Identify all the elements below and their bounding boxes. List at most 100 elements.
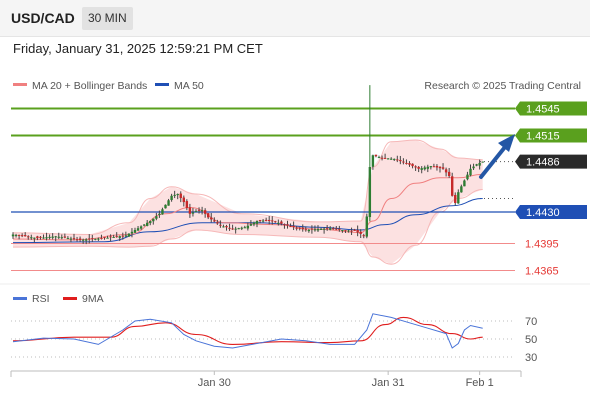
candle-body	[322, 228, 326, 230]
candle-body	[246, 225, 250, 229]
candle-body	[371, 155, 375, 167]
rsi-pane: 70 50 30	[11, 313, 537, 364]
candle-body	[91, 238, 94, 240]
candle-body	[136, 228, 140, 231]
candle-body	[292, 225, 295, 228]
candle-body	[225, 225, 228, 228]
candle-body	[396, 159, 399, 161]
candle-body	[103, 237, 106, 239]
candle-body	[280, 221, 283, 224]
candle-body	[237, 228, 240, 230]
candle-body	[383, 157, 387, 159]
pivot-price-tag: 1.4430	[526, 207, 560, 219]
candle-body	[457, 192, 460, 204]
ma20-legend-swatch	[13, 83, 27, 86]
candle-body	[45, 237, 48, 239]
candle-body	[210, 217, 213, 220]
candle-body	[472, 166, 475, 169]
candle-body	[426, 166, 429, 169]
ma50-legend-swatch	[155, 83, 169, 86]
x-tick-label: Feb 1	[466, 377, 494, 389]
candle-body	[203, 210, 207, 214]
candle-body	[33, 237, 36, 239]
candle-body	[329, 228, 332, 230]
candle-body	[48, 236, 51, 238]
candle-body	[295, 227, 298, 229]
candle-body	[261, 220, 265, 222]
candle-body	[438, 166, 442, 169]
x-axis-ticks: Jan 30 Jan 31 Feb 1	[198, 371, 494, 389]
candle-body	[146, 222, 149, 226]
candle-body	[72, 238, 76, 240]
candle-body	[365, 216, 368, 237]
support-price-label: 1.4395	[525, 239, 559, 251]
candle-body	[75, 239, 79, 241]
candle-body	[78, 238, 82, 240]
candle-body	[69, 238, 73, 240]
candle-body	[115, 236, 118, 238]
candle-body	[97, 238, 100, 240]
price-tags: 1.4545 1.4515 1.4486 1.4430 1.4395 1.4365	[515, 101, 587, 278]
candle-body	[277, 222, 280, 224]
candle-body	[444, 169, 448, 173]
candle-body	[249, 224, 253, 226]
candle-body	[289, 226, 292, 228]
rsi-tick-label: 50	[525, 334, 537, 346]
candle-body	[386, 158, 390, 160]
candle-body	[185, 201, 189, 208]
candle-body	[417, 166, 420, 169]
x-tick-label: Jan 31	[372, 377, 405, 389]
resistance-price-tag: 1.4545	[526, 104, 560, 116]
rsi-ma-legend-label: 9MA	[82, 293, 104, 305]
candle-body	[14, 234, 18, 236]
candle-body	[100, 238, 103, 240]
candle-body	[124, 235, 128, 237]
candle-body	[142, 224, 146, 226]
resistance-price-tag: 1.4515	[526, 131, 560, 143]
candle-body	[94, 238, 97, 240]
candle-body	[362, 235, 365, 237]
candle-body	[475, 164, 478, 166]
candle-body	[393, 158, 396, 160]
candle-body	[213, 220, 216, 222]
candle-body	[51, 236, 54, 238]
candle-body	[478, 162, 481, 166]
candle-body	[466, 174, 469, 180]
candle-body	[24, 235, 27, 237]
candle-body	[463, 180, 466, 187]
candle-body	[240, 227, 243, 229]
candle-body	[81, 239, 85, 241]
rsi-tick-label: 70	[525, 316, 537, 328]
candle-body	[243, 227, 246, 229]
candle-body	[341, 230, 344, 231]
candle-body	[197, 209, 201, 211]
candle-body	[17, 234, 21, 236]
candle-body	[359, 231, 362, 234]
candle-body	[298, 227, 301, 229]
candle-body	[164, 204, 167, 209]
candle-body	[435, 166, 439, 168]
candle-body	[258, 220, 262, 222]
candle-body	[191, 212, 195, 214]
candle-body	[432, 166, 436, 168]
candle-body	[405, 162, 408, 164]
candle-body	[36, 236, 39, 239]
support-price-label: 1.4365	[525, 266, 559, 278]
candle-body	[222, 226, 225, 228]
candle-body	[268, 219, 271, 221]
candle-body	[301, 227, 304, 230]
candle-body	[207, 213, 210, 218]
candle-body	[158, 213, 161, 216]
candle-body	[63, 236, 67, 238]
candle-body	[176, 194, 179, 196]
candle-body	[274, 221, 277, 223]
candle-body	[155, 216, 158, 219]
candle-body	[88, 238, 91, 240]
candle-body	[179, 193, 182, 199]
candle-body	[27, 236, 30, 238]
candle-body	[283, 224, 286, 226]
candle-body	[173, 194, 176, 196]
candle-body	[255, 221, 259, 224]
chart-page: USD/CAD 30 MIN Friday, January 31, 2025 …	[0, 0, 590, 400]
candle-body	[130, 231, 134, 234]
